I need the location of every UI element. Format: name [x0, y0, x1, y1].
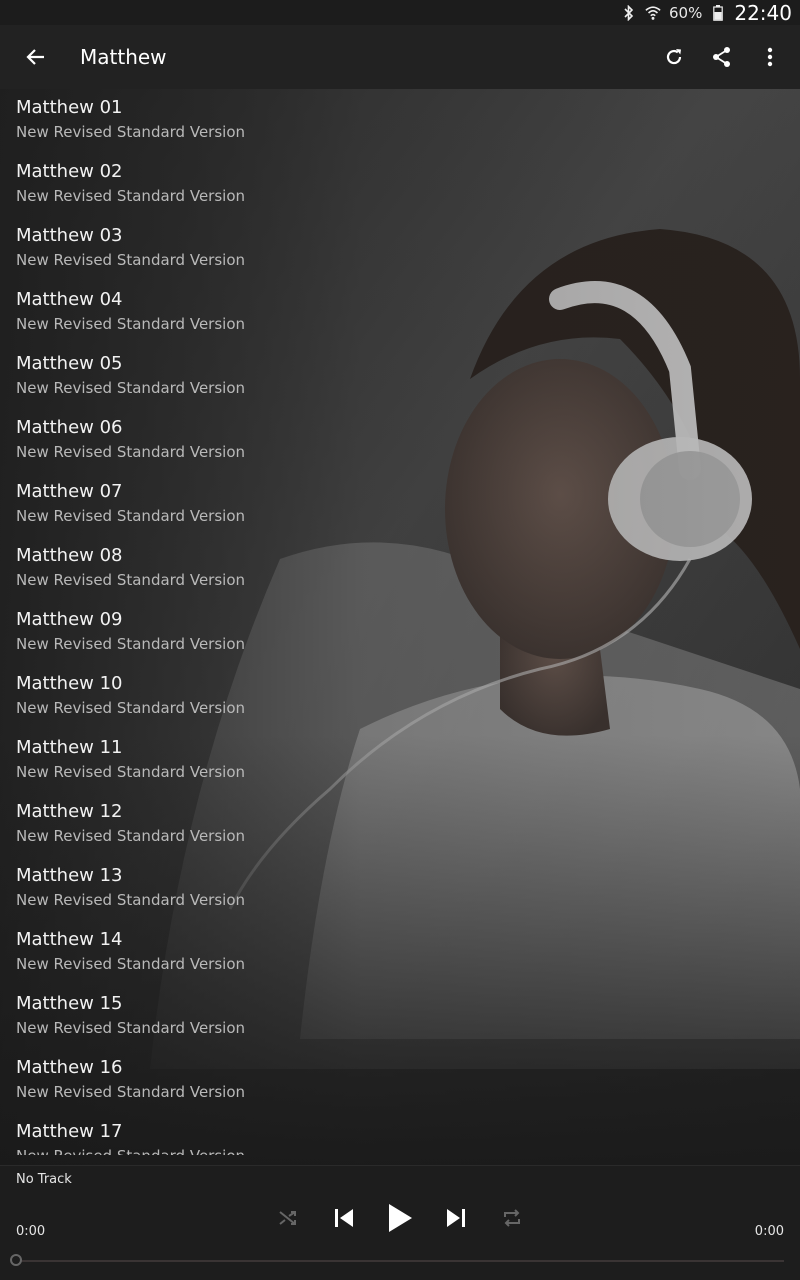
track-subtitle: New Revised Standard Version [16, 763, 246, 781]
list-item[interactable]: Matthew 09 New Revised Standard Version [0, 601, 800, 665]
list-item[interactable]: Matthew 14 New Revised Standard Version [0, 921, 800, 985]
more-options-button[interactable] [748, 35, 792, 79]
shuffle-button[interactable] [260, 1196, 316, 1240]
repeat-button[interactable] [484, 1196, 540, 1240]
track-title: Matthew 05 [16, 353, 123, 374]
track-subtitle: New Revised Standard Version [16, 251, 246, 269]
track-subtitle: New Revised Standard Version [16, 123, 246, 141]
list-item[interactable]: Matthew 08 New Revised Standard Version [0, 537, 800, 601]
track-title: Matthew 14 [16, 929, 123, 950]
track-subtitle: New Revised Standard Version [16, 571, 246, 589]
track-list: Matthew 01 New Revised Standard Version Ma… [0, 89, 800, 1155]
list-item[interactable]: Matthew 02 New Revised Standard Version [0, 153, 800, 217]
now-playing-label: No Track [16, 1172, 72, 1187]
track-subtitle: New Revised Standard Version [16, 443, 246, 461]
list-item[interactable]: Matthew 07 New Revised Standard Version [0, 473, 800, 537]
track-title: Matthew 16 [16, 1057, 123, 1078]
track-title: Matthew 13 [16, 865, 123, 886]
track-subtitle: New Revised Standard Version [16, 635, 246, 653]
track-title: Matthew 10 [16, 673, 123, 694]
arrow-back-icon [26, 49, 44, 65]
track-subtitle: New Revised Standard Version [16, 315, 246, 333]
list-item[interactable]: Matthew 10 New Revised Standard Version [0, 665, 800, 729]
track-subtitle: New Revised Standard Version [16, 507, 246, 525]
repeat-icon [504, 1209, 520, 1227]
content-area: Matthew 01 New Revised Standard Version Ma… [0, 89, 800, 1165]
refresh-button[interactable] [652, 35, 696, 79]
seek-bar[interactable] [10, 1254, 784, 1266]
battery-icon [710, 4, 726, 21]
skip-next-icon [447, 1209, 465, 1227]
track-title: Matthew 02 [16, 161, 123, 182]
page-title: Matthew [80, 45, 167, 69]
list-item[interactable]: Matthew 06 New Revised Standard Version [0, 409, 800, 473]
elapsed-time: 0:00 [16, 1224, 46, 1239]
player-bar: No Track 0:00 0:00 [0, 1165, 800, 1280]
track-title: Matthew 12 [16, 801, 123, 822]
track-title: Matthew 03 [16, 225, 123, 246]
battery-percent: 60% [669, 3, 703, 22]
track-subtitle: New Revised Standard Version [16, 699, 246, 717]
more-vert-icon [767, 47, 773, 67]
list-item[interactable]: Matthew 15 New Revised Standard Version [0, 985, 800, 1049]
track-subtitle: New Revised Standard Version [16, 379, 246, 397]
track-subtitle: New Revised Standard Version [16, 187, 246, 205]
list-item[interactable]: Matthew 05 New Revised Standard Version [0, 345, 800, 409]
status-clock: 22:40 [734, 0, 792, 25]
list-item[interactable]: Matthew 17 New Revised Standard Version [0, 1113, 800, 1155]
app-bar: Matthew [0, 25, 800, 89]
list-item[interactable]: Matthew 11 New Revised Standard Version [0, 729, 800, 793]
play-button[interactable] [372, 1196, 428, 1240]
playback-controls [0, 1196, 800, 1240]
next-button[interactable] [428, 1196, 484, 1240]
track-subtitle: New Revised Standard Version [16, 1145, 800, 1155]
track-subtitle: New Revised Standard Version [16, 827, 246, 845]
track-title: Matthew 01 [16, 97, 123, 118]
bluetooth-icon [621, 4, 637, 21]
track-title: Matthew 11 [16, 737, 123, 758]
track-title: Matthew 15 [16, 993, 123, 1014]
track-title: Matthew 17 [16, 1121, 123, 1142]
track-subtitle: New Revised Standard Version [16, 955, 246, 973]
list-item[interactable]: Matthew 16 New Revised Standard Version [0, 1049, 800, 1113]
refresh-icon [666, 49, 682, 65]
shuffle-icon [279, 1211, 296, 1225]
track-title: Matthew 04 [16, 289, 123, 310]
track-subtitle: New Revised Standard Version [16, 891, 246, 909]
seek-thumb[interactable] [10, 1254, 22, 1266]
share-button[interactable] [700, 35, 744, 79]
status-bar: 60% 22:40 [0, 0, 800, 25]
total-duration: 0:00 [754, 1224, 784, 1239]
list-item[interactable]: Matthew 12 New Revised Standard Version [0, 793, 800, 857]
track-subtitle: New Revised Standard Version [16, 1083, 246, 1101]
list-item[interactable]: Matthew 01 New Revised Standard Version [0, 89, 800, 153]
list-item[interactable]: Matthew 03 New Revised Standard Version [0, 217, 800, 281]
back-button[interactable] [16, 37, 56, 77]
track-title: Matthew 07 [16, 481, 123, 502]
track-title: Matthew 08 [16, 545, 123, 566]
track-title: Matthew 09 [16, 609, 123, 630]
wifi-icon [645, 5, 661, 21]
play-icon [389, 1204, 412, 1232]
track-subtitle: New Revised Standard Version [16, 1019, 246, 1037]
track-title: Matthew 06 [16, 417, 123, 438]
share-icon [713, 47, 730, 67]
previous-button[interactable] [316, 1196, 372, 1240]
skip-previous-icon [335, 1209, 353, 1227]
list-item[interactable]: Matthew 04 New Revised Standard Version [0, 281, 800, 345]
list-item[interactable]: Matthew 13 New Revised Standard Version [0, 857, 800, 921]
